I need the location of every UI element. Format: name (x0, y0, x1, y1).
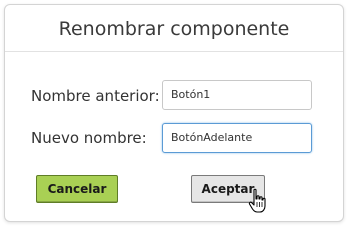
old-name-label: Nombre anterior: (31, 87, 160, 105)
new-name-label: Nuevo nombre: (31, 129, 147, 147)
dialog-title: Renombrar componente (58, 18, 290, 40)
old-name-field[interactable]: Botón1 (162, 80, 312, 110)
title-divider (5, 51, 343, 52)
rename-component-dialog: Renombrar componente Nombre anterior: Bo… (4, 4, 344, 222)
cancel-button[interactable]: Cancelar (36, 175, 118, 203)
hand-pointer-icon (248, 188, 266, 213)
new-name-input[interactable]: BotónAdelante (162, 123, 312, 153)
